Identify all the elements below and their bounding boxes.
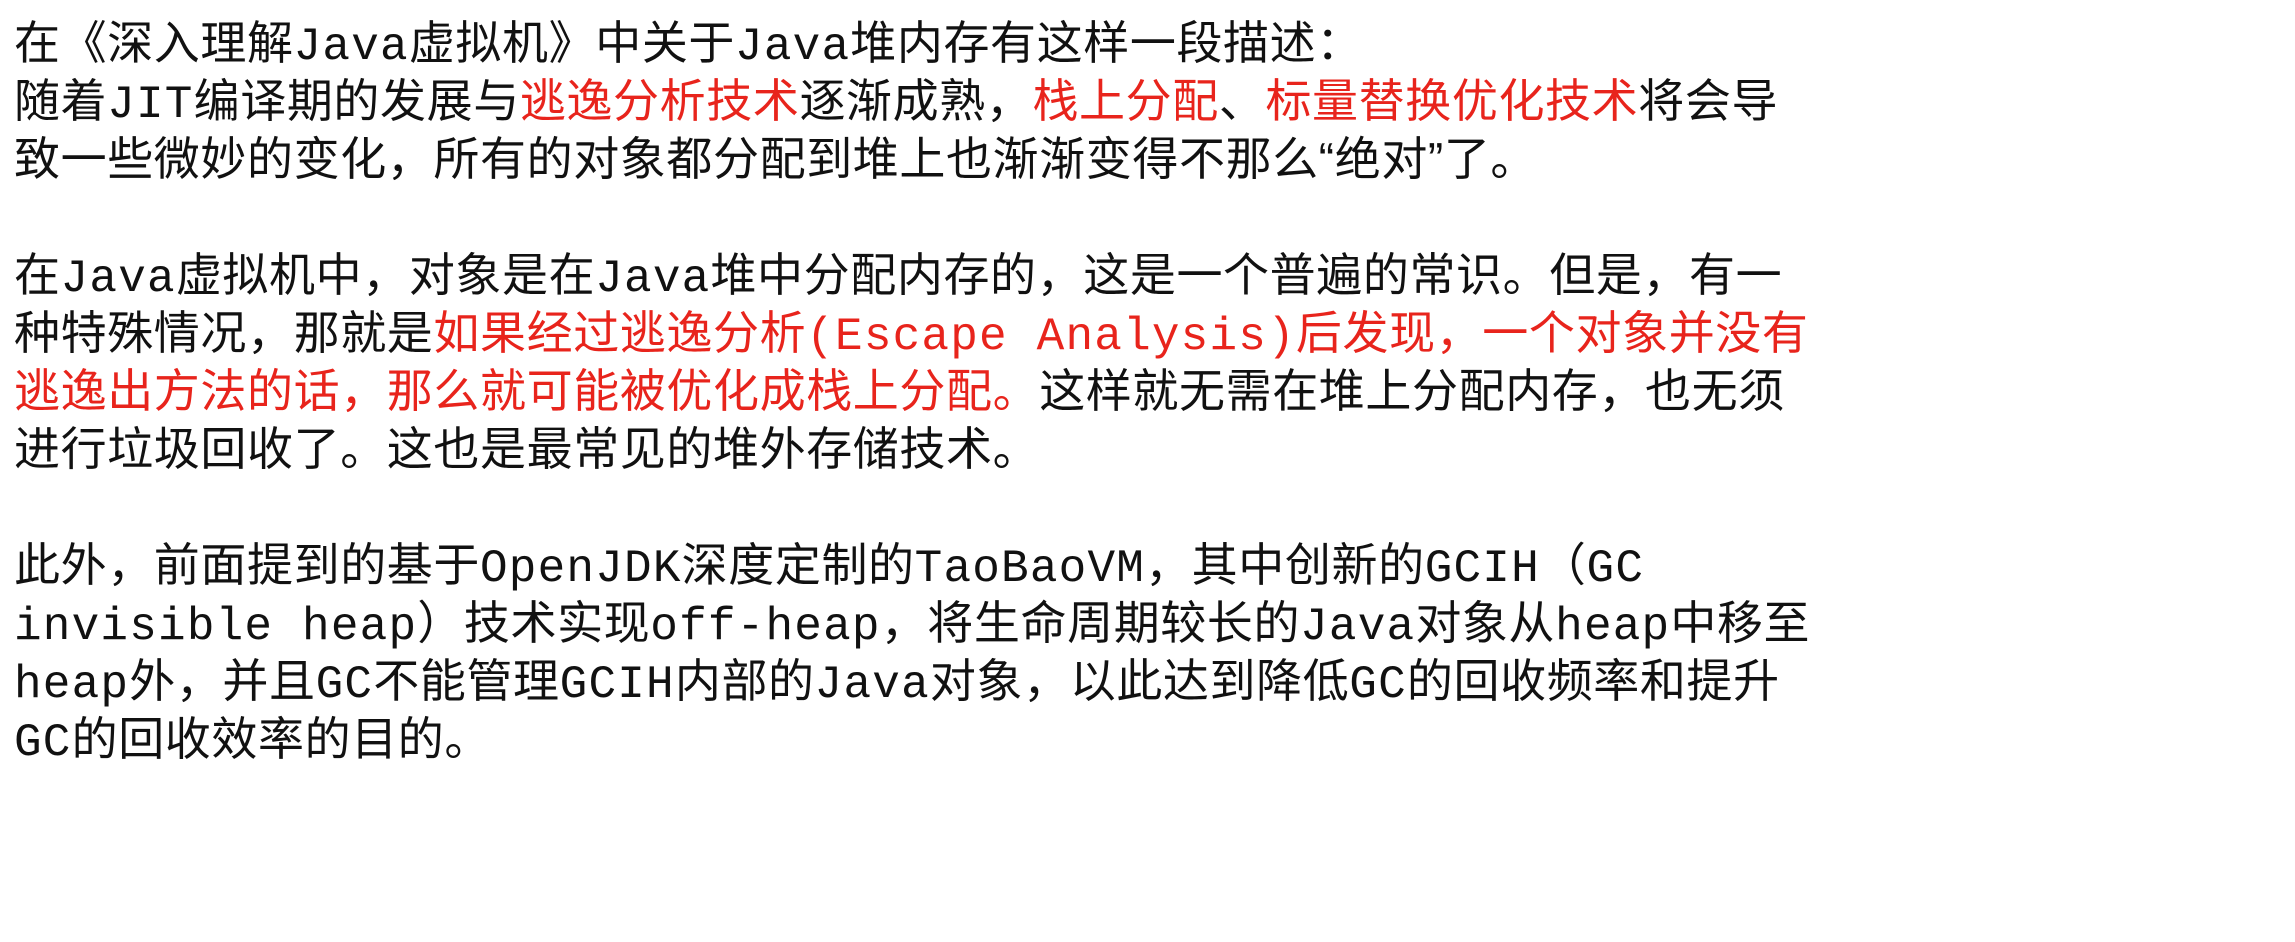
text-run: 这样就无需在堆上分配内存，也无须 bbox=[1039, 365, 1785, 417]
text-run: 的回收效率的目的。 bbox=[71, 713, 492, 765]
text-run: 对象从 bbox=[1415, 597, 1556, 649]
text-run: TaoBaoVM bbox=[914, 543, 1146, 595]
text-run: GC bbox=[1349, 659, 1407, 711]
text-run: GCIH bbox=[1424, 543, 1540, 595]
text-run: 虚拟机》中关于 bbox=[408, 17, 736, 69]
document-page: 在《深入理解Java虚拟机》中关于Java堆内存有这样一段描述： 随着JIT编译期… bbox=[14, 14, 2274, 769]
highlighted-text: 逃逸分析技术 bbox=[519, 75, 800, 127]
text-run: 致一些微妙的变化，所有的对象都分配到堆上也渐渐变得不那么“绝对”了。 bbox=[14, 133, 1538, 185]
text-run: 堆中分配内存的，这是一个普遍的常识。但是，有一 bbox=[710, 249, 1783, 301]
text-run: 虚拟机中，对象是在 bbox=[175, 249, 596, 301]
text-run: Java bbox=[595, 253, 711, 305]
text-run: 对象，以此达到降低 bbox=[929, 655, 1350, 707]
text-run: 编译期的发展与 bbox=[193, 75, 520, 127]
text-line: 在《深入理解Java虚拟机》中关于Java堆内存有这样一段描述： bbox=[14, 14, 2274, 73]
text-run: ，将生命周期较长的 bbox=[880, 597, 1301, 649]
text-run: ，其中创新的 bbox=[1145, 539, 1425, 591]
highlighted-text: 后发现，一个对象并没有 bbox=[1295, 307, 1809, 359]
text-run: Java bbox=[814, 659, 930, 711]
text-run: Java bbox=[1300, 601, 1416, 653]
text-run: 的回收频率和提升 bbox=[1406, 655, 1780, 707]
text-run: heap bbox=[1555, 601, 1671, 653]
text-line: 随着JIT编译期的发展与逃逸分析技术逐渐成熟，栈上分配、标量替换优化技术将会导 bbox=[14, 72, 2274, 131]
text-run: off-heap bbox=[650, 601, 881, 653]
text-line: invisible heap）技术实现off-heap，将生命周期较长的Java… bbox=[14, 594, 2274, 653]
text-run: heap bbox=[14, 659, 130, 711]
highlighted-text: 标量替换优化技术 bbox=[1265, 75, 1639, 127]
text-line: 致一些微妙的变化，所有的对象都分配到堆上也渐渐变得不那么“绝对”了。 bbox=[14, 130, 2274, 188]
text-run: 中移至 bbox=[1670, 597, 1811, 649]
text-run: 随着 bbox=[14, 75, 108, 127]
text-line: 在Java虚拟机中，对象是在Java堆中分配内存的，这是一个普遍的常识。但是，有… bbox=[14, 246, 2274, 305]
text-run: GC bbox=[315, 659, 374, 711]
text-line: 进行垃圾回收了。这也是最常见的堆外存储技术。 bbox=[14, 420, 2274, 478]
highlighted-text: 如果经过逃逸分析 bbox=[433, 307, 807, 359]
text-line: GC的回收效率的目的。 bbox=[14, 710, 2274, 769]
text-line: 此外，前面提到的基于OpenJDK深度定制的TaoBaoVM，其中创新的GCIH… bbox=[14, 536, 2274, 595]
text-run: Java bbox=[60, 253, 176, 305]
text-run: 此外，前面提到的基于 bbox=[14, 539, 480, 591]
text-run: 将会导 bbox=[1638, 75, 1779, 127]
text-run: （ bbox=[1539, 539, 1587, 591]
text-run: 逐渐成熟， bbox=[799, 75, 1033, 127]
text-run: Java bbox=[735, 21, 851, 73]
text-run: OpenJDK bbox=[480, 543, 682, 595]
text-run: 在 bbox=[14, 249, 61, 301]
text-run: Java bbox=[293, 21, 409, 73]
paragraph-3: 此外，前面提到的基于OpenJDK深度定制的TaoBaoVM，其中创新的GCIH… bbox=[14, 536, 2274, 769]
text-run: 堆内存有这样一段描述： bbox=[850, 17, 1363, 69]
text-run: ）技术实现 bbox=[417, 597, 651, 649]
text-run: 不能管理 bbox=[373, 655, 560, 707]
highlighted-text: 栈上分配 bbox=[1032, 75, 1219, 127]
text-line: 逃逸出方法的话，那么就可能被优化成栈上分配。这样就无需在堆上分配内存，也无须 bbox=[14, 362, 2274, 420]
highlighted-text: 逃逸出方法的话，那么就可能被优化成栈上分配。 bbox=[14, 365, 1040, 417]
text-line: heap外，并且GC不能管理GCIH内部的Java对象，以此达到降低GC的回收频… bbox=[14, 652, 2274, 711]
text-run: 外，并且 bbox=[129, 655, 316, 707]
text-run: JIT bbox=[107, 79, 194, 131]
text-run: GC bbox=[14, 717, 72, 769]
text-run: GC bbox=[1586, 543, 1645, 595]
text-run: GCIH bbox=[559, 659, 675, 711]
text-run: 种特殊情况，那就是 bbox=[14, 307, 434, 359]
text-run: 、 bbox=[1218, 75, 1266, 127]
text-run: 进行垃圾回收了。这也是最常见的堆外存储技术。 bbox=[14, 423, 1040, 475]
text-run: 内部的 bbox=[674, 655, 815, 707]
text-run: 在《深入理解 bbox=[14, 17, 294, 69]
text-run: 深度定制的 bbox=[681, 539, 915, 591]
paragraph-2: 在Java虚拟机中，对象是在Java堆中分配内存的，这是一个普遍的常识。但是，有… bbox=[14, 246, 2274, 478]
highlighted-text: (Escape Analysis) bbox=[806, 311, 1296, 363]
text-run: invisible heap bbox=[14, 601, 418, 653]
paragraph-1: 在《深入理解Java虚拟机》中关于Java堆内存有这样一段描述： 随着JIT编译期… bbox=[14, 14, 2274, 188]
text-line: 种特殊情况，那就是如果经过逃逸分析(Escape Analysis)后发现，一个… bbox=[14, 304, 2274, 363]
